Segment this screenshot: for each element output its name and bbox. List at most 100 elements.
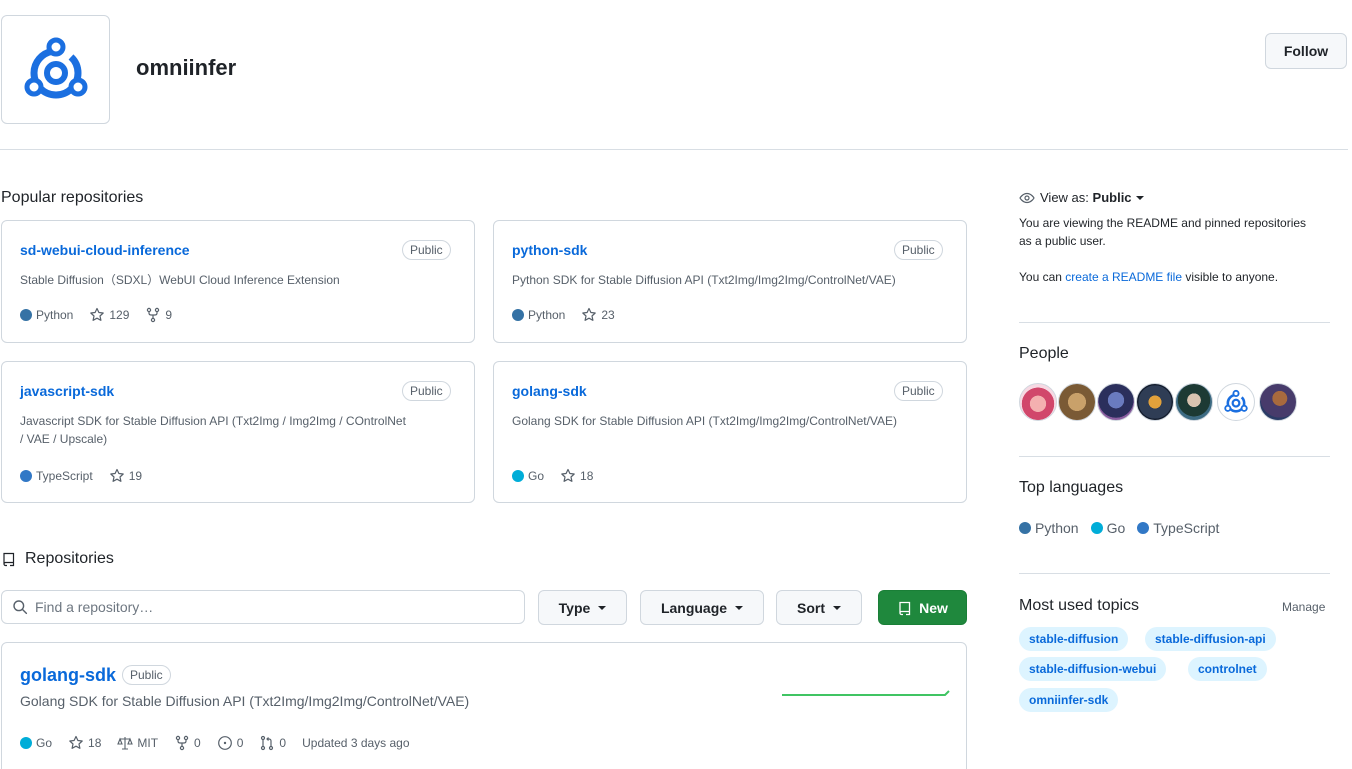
license-link[interactable]: MIT [117,735,158,751]
pinned-repo-name[interactable]: javascript-sdk [20,383,114,399]
star-icon [90,307,105,321]
sidebar-divider [1019,322,1330,323]
visibility-badge: Public [122,665,171,685]
avatar[interactable] [1019,383,1057,421]
org-avatar [1,15,110,124]
new-repository-button[interactable]: New [878,590,967,625]
search-icon [13,600,28,615]
sort-button[interactable]: Sort [776,590,862,625]
repositories-heading-label: Repositories [25,550,114,567]
star-icon [109,468,124,482]
chevron-down-icon [833,605,841,610]
stars-link[interactable]: 18 [68,735,101,751]
manage-topics-link[interactable]: Manage [1282,600,1325,614]
issues-link[interactable]: 0 [217,735,244,751]
repo-icon [899,601,911,615]
stars-link[interactable]: 129 [89,307,129,323]
visibility-badge: Public [402,381,451,401]
issues-count: 0 [236,736,244,750]
create-readme-prefix: You can [1019,270,1062,284]
view-as-prefix: View as: [1040,190,1089,205]
create-readme-note: You can create a README file visible to … [1019,268,1339,286]
language-label: Python [36,308,74,322]
repo-name-link[interactable]: golang-sdk [20,665,116,686]
pinned-repo-description: Golang SDK for Stable Diffusion API (Txt… [512,414,898,428]
header-divider [0,149,1348,150]
sort-label: Sort [797,599,825,616]
topic-tag[interactable]: controlnet [1188,657,1267,681]
forks-link[interactable]: 9 [145,307,172,323]
repositories-heading: Repositories [1,550,114,568]
language-color-dot [512,309,524,321]
language: Go [512,469,544,483]
avatar[interactable] [1136,383,1174,421]
avatar[interactable] [1217,383,1255,421]
language-color-dot [20,309,32,321]
visibility-badge: Public [894,381,943,401]
type-filter-button[interactable]: Type [538,590,627,625]
avatar[interactable] [1058,383,1096,421]
avatar[interactable] [1175,383,1213,421]
language-color-dot [20,470,32,482]
create-readme-link[interactable]: create a README file [1065,270,1182,284]
follow-button[interactable]: Follow [1265,33,1347,69]
topic-tag[interactable]: stable-diffusion-webui [1019,657,1167,681]
people-title: People [1019,345,1069,362]
language-filter-button[interactable]: Language [640,590,764,625]
pinned-repo-card: python-sdk Public Python SDK for Stable … [493,220,967,343]
stars-link[interactable]: 19 [109,468,142,484]
chevron-down-icon [735,605,744,610]
chevron-down-icon [1135,196,1144,200]
pinned-repo-meta: Python 23 [512,307,631,323]
license-label: MIT [137,736,159,750]
language-label: TypeScript [1153,520,1220,536]
pinned-repo-name[interactable]: python-sdk [512,242,587,258]
type-filter-label: Type [558,599,591,616]
stars-count: 19 [128,469,143,483]
top-languages-title: Top languages [1019,479,1124,496]
topic-tag[interactable]: omniinfer-sdk [1019,688,1119,712]
readme-note: You are viewing the README and pinned re… [1019,216,1307,248]
fork-icon [147,307,160,323]
pull-request-icon [261,735,274,751]
avatar[interactable] [1259,383,1297,421]
stars-link[interactable]: 18 [560,468,593,484]
stars-count: 18 [580,469,594,483]
pinned-repo-meta: Python 129 9 [20,307,188,323]
sidebar-divider [1019,456,1330,457]
find-repository-input[interactable]: Find a repository… [1,590,525,624]
visibility-badge: Public [894,240,943,260]
popular-repositories-title: Popular repositories [1,189,144,206]
repo-description: Golang SDK for Stable Diffusion API (Txt… [20,693,470,709]
omniinfer-logo-icon [1224,389,1248,413]
language: Python [512,308,565,322]
pinned-repo-card: javascript-sdk Public Javascript SDK for… [1,361,475,503]
pinned-repo-name[interactable]: sd-webui-cloud-inference [20,242,190,258]
star-icon [69,735,83,749]
eye-icon [1019,192,1035,204]
avatar[interactable] [1097,383,1135,421]
topic-tag[interactable]: stable-diffusion-api [1145,627,1276,651]
repo-meta: Go 18 MIT 0 0 0 Updated 3 days ago [20,735,426,751]
org-name: omniinfer [136,55,237,80]
view-as-selector[interactable]: View as: Public [1019,189,1144,207]
stars-link[interactable]: 23 [581,307,615,323]
visibility-badge: Public [402,240,451,260]
pulls-link[interactable]: 0 [259,735,286,751]
pulls-count: 0 [279,736,287,750]
language-filter-label: Language [660,599,728,616]
omniinfer-logo-icon [24,37,87,98]
view-as-value: Public [1092,190,1132,205]
pinned-repo-description: Javascript SDK for Stable Diffusion API … [20,414,406,446]
topic-tag[interactable]: stable-diffusion [1019,627,1129,651]
language: Python [20,308,73,322]
forks-link[interactable]: 0 [174,735,201,751]
language-color-dot [1137,522,1150,534]
new-repository-label: New [919,599,948,616]
language-item: TypeScript [1137,520,1219,536]
pinned-repo-name[interactable]: golang-sdk [512,383,587,399]
forks-count: 9 [165,308,173,322]
repo-list-item: golang-sdk Public Golang SDK for Stable … [1,642,967,769]
stars-count: 18 [88,736,102,750]
create-readme-suffix: visible to anyone. [1185,270,1279,284]
